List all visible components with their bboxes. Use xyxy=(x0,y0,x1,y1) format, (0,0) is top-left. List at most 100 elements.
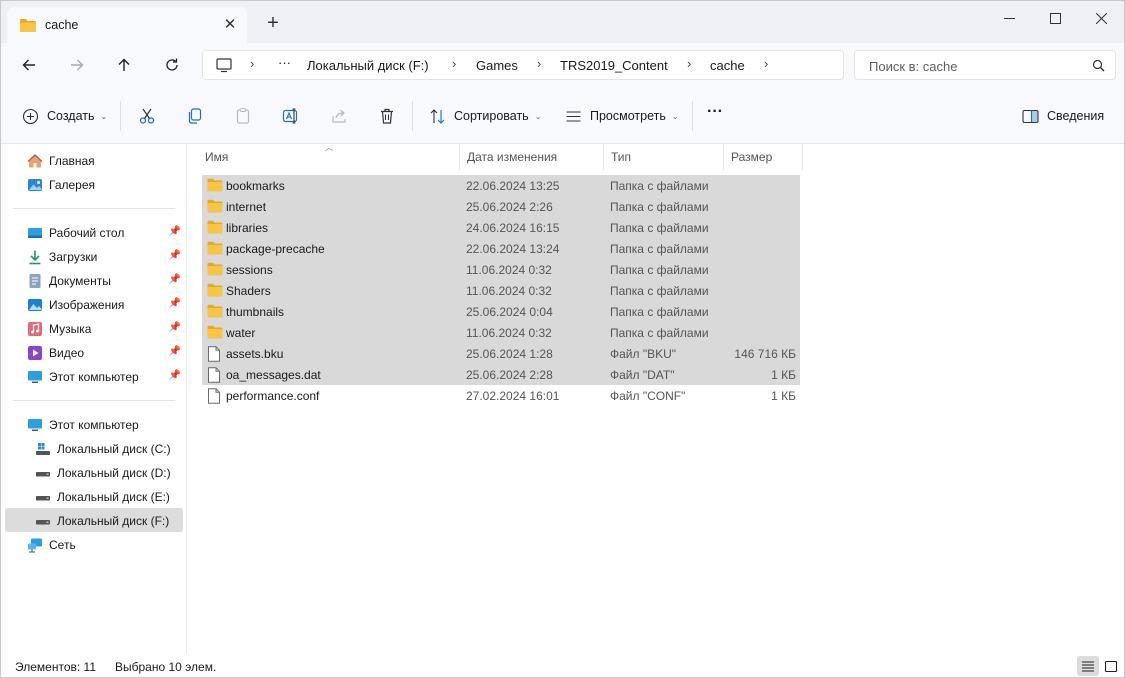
pin-icon[interactable]: 📌 xyxy=(169,250,181,261)
folder-icon xyxy=(207,283,223,300)
search-box[interactable] xyxy=(854,50,1116,80)
sidebar-item-drive-d[interactable]: Локальный диск (D:) xyxy=(5,460,183,484)
large-icons-view-button[interactable] xyxy=(1100,656,1122,676)
table-row[interactable]: performance.conf 27.02.2024 16:01 Файл "CO… xyxy=(202,385,800,406)
rename-icon xyxy=(282,108,298,124)
search-icon[interactable] xyxy=(1092,59,1105,75)
file-date: 25.06.2024 2:28 xyxy=(466,368,553,382)
paste-button[interactable] xyxy=(232,105,254,127)
minimize-button[interactable] xyxy=(986,3,1032,33)
refresh-button[interactable] xyxy=(158,51,186,79)
details-view-button[interactable] xyxy=(1077,656,1099,676)
new-tab-button[interactable]: + xyxy=(263,13,283,33)
file-name: oa_messages.dat xyxy=(226,368,321,382)
table-row[interactable]: assets.bku 25.06.2024 1:28 Файл "BKU" 146 7… xyxy=(202,343,800,364)
breadcrumb-games[interactable]: Games xyxy=(476,58,518,73)
file-type: Файл "DAT" xyxy=(610,368,675,382)
pin-icon[interactable]: 📌 xyxy=(169,298,181,309)
sidebar-item-home[interactable]: Главная xyxy=(5,148,183,172)
breadcrumb-cache[interactable]: cache xyxy=(710,58,745,73)
column-header-name[interactable]: Имя xyxy=(198,144,459,170)
copy-icon xyxy=(188,108,202,124)
chevron-right-icon[interactable]: › xyxy=(452,56,456,71)
maximize-button[interactable] xyxy=(1032,3,1078,33)
column-header-date[interactable]: Дата изменения xyxy=(459,144,603,170)
file-name: libraries xyxy=(226,221,269,235)
column-header-type[interactable]: Тип xyxy=(603,144,723,170)
file-size: 1 КБ xyxy=(771,389,796,403)
toolbar-divider xyxy=(412,101,413,131)
refresh-icon xyxy=(166,58,178,71)
sidebar-item-drive-e[interactable]: Локальный диск (E:) xyxy=(5,484,183,508)
table-row[interactable]: internet 25.06.2024 2:26 Папка с файлами xyxy=(202,196,800,217)
chevron-right-icon[interactable]: › xyxy=(687,56,691,71)
table-row[interactable]: Shaders 11.06.2024 0:32 Папка с файлами xyxy=(202,280,800,301)
details-pane-button[interactable]: Сведения xyxy=(1022,105,1104,127)
clipboard-icon xyxy=(236,107,250,124)
table-row[interactable]: bookmarks 22.06.2024 13:25 Папка с файлами xyxy=(202,175,800,196)
sidebar-item-music[interactable]: Музыка 📌 xyxy=(5,316,183,340)
more-options-button[interactable]: ··· xyxy=(707,101,723,123)
plus-circle-icon xyxy=(22,108,39,124)
rename-button[interactable] xyxy=(280,105,302,127)
sidebar-item-desktop[interactable]: Рабочий стол 📌 xyxy=(5,220,183,244)
breadcrumb-drive-f[interactable]: Локальный диск (F:) xyxy=(307,58,429,73)
sort-button[interactable]: Сортировать ⌄ xyxy=(429,105,541,127)
desktop-icon xyxy=(28,228,42,238)
computer-icon xyxy=(28,371,42,383)
pin-icon[interactable]: 📌 xyxy=(169,346,181,357)
chevron-right-icon[interactable]: › xyxy=(764,56,768,71)
sidebar-item-pictures[interactable]: Изображения 📌 xyxy=(5,292,183,316)
scissors-icon xyxy=(139,108,155,124)
pin-icon[interactable]: 📌 xyxy=(169,226,181,237)
table-row[interactable]: package-precache 22.06.2024 13:24 Папка с … xyxy=(202,238,800,259)
up-button[interactable] xyxy=(110,51,138,79)
share-button[interactable] xyxy=(328,105,350,127)
sidebar-item-videos[interactable]: Видео 📌 xyxy=(5,340,183,364)
file-name: Shaders xyxy=(226,284,271,298)
copy-button[interactable] xyxy=(184,105,206,127)
details-pane-icon xyxy=(1022,109,1039,123)
cut-button[interactable] xyxy=(136,105,158,127)
sidebar-item-documents[interactable]: Документы 📌 xyxy=(5,268,183,292)
chevron-right-icon[interactable]: › xyxy=(537,56,541,71)
table-row[interactable]: oa_messages.dat 25.06.2024 2:28 Файл "DAT"… xyxy=(202,364,800,385)
file-type: Папка с файлами xyxy=(610,305,709,319)
forward-button[interactable] xyxy=(63,51,91,79)
breadcrumb-overflow[interactable]: ··· xyxy=(278,55,291,70)
sidebar-item-this-pc-pinned[interactable]: Этот компьютер 📌 xyxy=(5,364,183,388)
music-icon xyxy=(28,322,42,336)
folder-icon xyxy=(207,262,223,279)
sidebar-item-this-pc[interactable]: Этот компьютер xyxy=(5,412,183,436)
computer-icon[interactable] xyxy=(216,58,232,76)
pin-icon[interactable]: 📌 xyxy=(169,322,181,333)
sidebar-item-drive-f[interactable]: Локальный диск (F:) xyxy=(5,508,183,532)
selected-count: Выбрано 10 элем. xyxy=(115,660,217,674)
sidebar-item-downloads[interactable]: Загрузки 📌 xyxy=(5,244,183,268)
table-row[interactable]: thumbnails 25.06.2024 0:04 Папка с файлами xyxy=(202,301,800,322)
create-button[interactable]: Создать ⌄ xyxy=(22,105,107,127)
column-header-size[interactable]: Размер xyxy=(723,144,803,170)
table-row[interactable]: libraries 24.06.2024 16:15 Папка с файлами xyxy=(202,217,800,238)
file-name: package-precache xyxy=(226,242,325,256)
pin-icon[interactable]: 📌 xyxy=(169,274,181,285)
chevron-right-icon[interactable]: › xyxy=(250,56,254,71)
pin-icon[interactable]: 📌 xyxy=(169,370,181,381)
breadcrumb-trs2019-content[interactable]: TRS2019_Content xyxy=(560,58,668,73)
sidebar-item-gallery[interactable]: Галерея xyxy=(5,172,183,196)
search-input[interactable] xyxy=(869,57,1089,75)
tab-cache[interactable]: cache ✕ xyxy=(7,7,247,43)
view-button[interactable]: Просмотреть ⌄ xyxy=(565,105,679,127)
table-row[interactable]: water 11.06.2024 0:32 Папка с файлами xyxy=(202,322,800,343)
home-icon xyxy=(27,154,43,168)
back-button[interactable] xyxy=(15,51,43,79)
close-window-button[interactable] xyxy=(1078,3,1124,33)
breadcrumb[interactable]: › ··· Локальный диск (F:) › Games › TRS2… xyxy=(202,50,844,80)
file-name: thumbnails xyxy=(226,305,285,319)
table-row[interactable]: sessions 11.06.2024 0:32 Папка с файлами xyxy=(202,259,800,280)
sidebar-item-network[interactable]: Сеть xyxy=(5,532,183,556)
delete-button[interactable] xyxy=(376,105,398,127)
drive-icon xyxy=(36,472,50,477)
close-tab-icon[interactable]: ✕ xyxy=(221,16,239,34)
sidebar-item-drive-c[interactable]: Локальный диск (C:) xyxy=(5,436,183,460)
